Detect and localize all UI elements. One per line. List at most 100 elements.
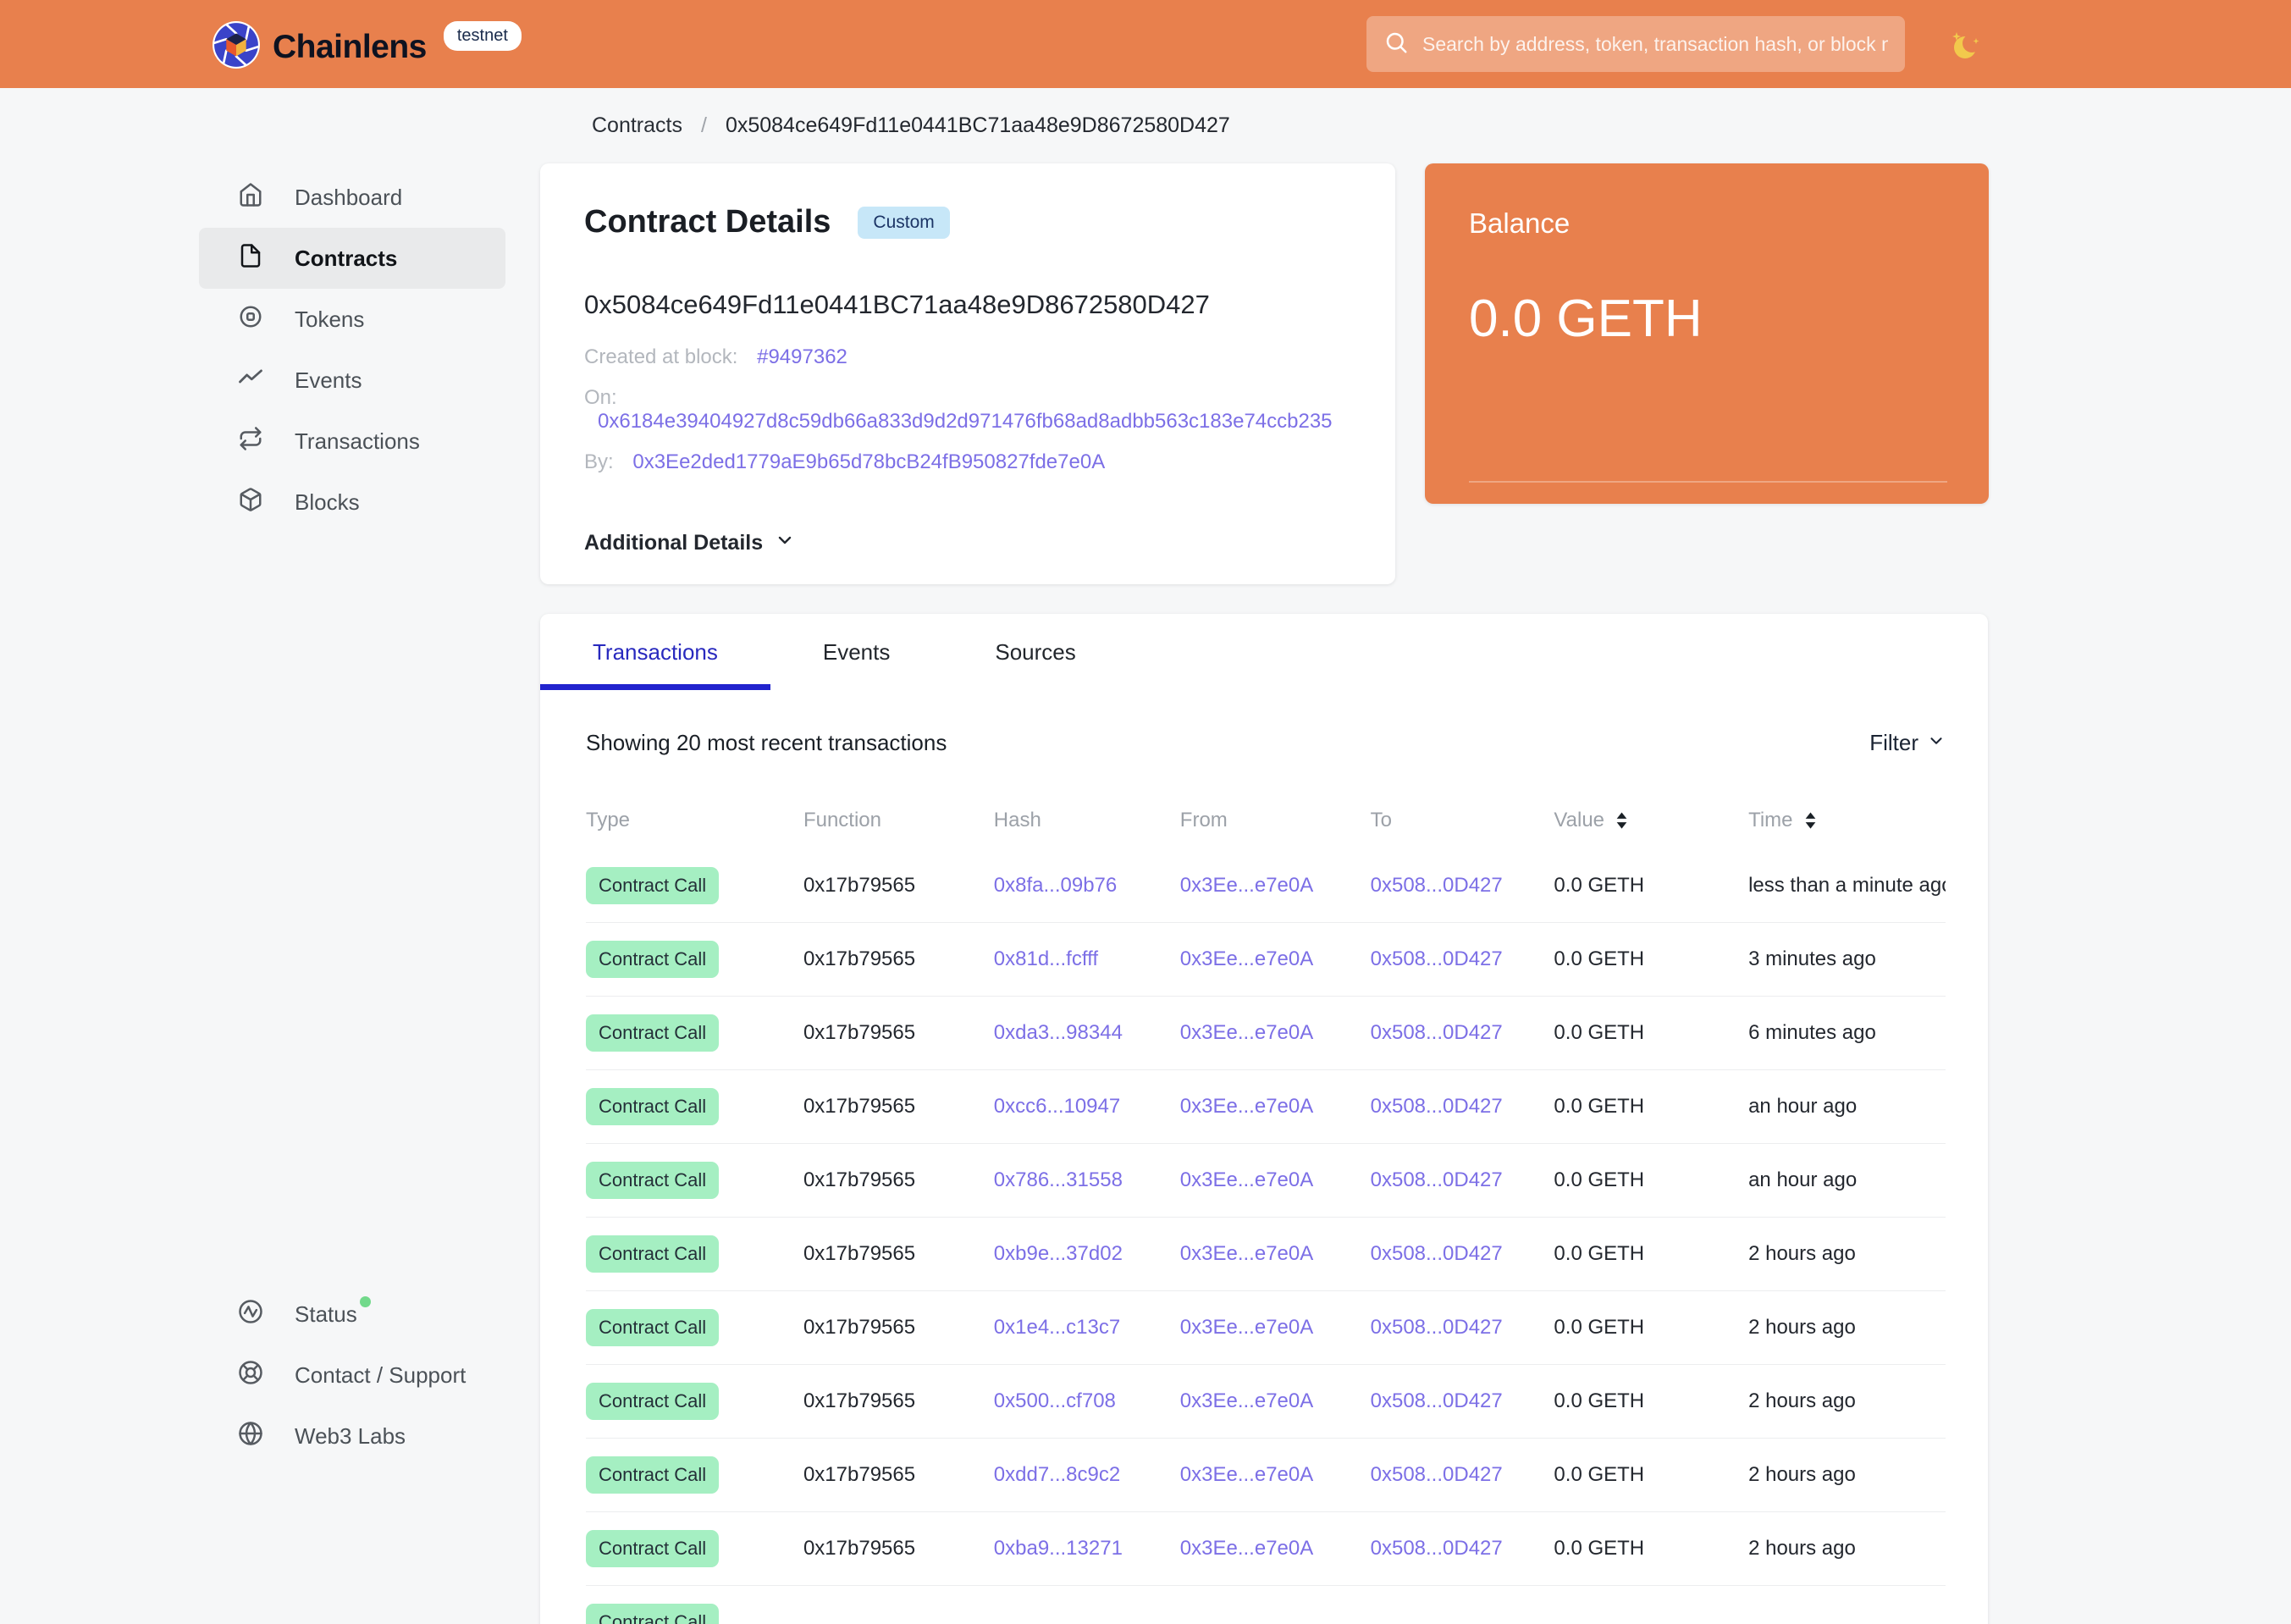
- sidebar-item-web3-labs[interactable]: Web3 Labs: [199, 1406, 505, 1467]
- life-buoy-icon: [238, 1360, 295, 1391]
- sidebar-item-tokens[interactable]: Tokens: [199, 289, 505, 350]
- table-row: Contract Call 0x17b79565 0x500...cf708 0…: [586, 1365, 1946, 1439]
- tx-from-link[interactable]: 0x3Ee...e7e0A: [1180, 1389, 1313, 1412]
- tx-from-link[interactable]: 0x3Ee...e7e0A: [1180, 1242, 1313, 1265]
- theme-toggle-moon-icon[interactable]: [1947, 27, 1985, 64]
- search-input[interactable]: [1422, 32, 1888, 56]
- tx-hash-link[interactable]: 0xdd7...8c9c2: [994, 1463, 1120, 1486]
- tx-time: 2 hours ago: [1748, 1389, 1856, 1412]
- tx-to-link[interactable]: 0x508...0D427: [1371, 1316, 1503, 1339]
- tx-hash-link[interactable]: 0x81d...fcfff: [994, 947, 1098, 970]
- created-block-link[interactable]: #9497362: [757, 345, 847, 368]
- sort-value-icon[interactable]: [1615, 810, 1629, 831]
- created-by-line: By: 0x3Ee2ded1779aE9b65d78bcB24fB950827f…: [584, 450, 1351, 474]
- top-bar: Chainlens testnet: [0, 0, 2291, 88]
- tx-hash-link[interactable]: 0xda3...98344: [994, 1021, 1123, 1044]
- tx-to-link[interactable]: 0x508...0D427: [1371, 1168, 1503, 1191]
- tx-to-link[interactable]: 0x508...0D427: [1371, 1537, 1503, 1560]
- tab-events[interactable]: Events: [770, 614, 943, 690]
- tx-to-link[interactable]: 0x508...0D427: [1371, 1095, 1503, 1118]
- tx-type-badge: Contract Call: [586, 1309, 720, 1346]
- sidebar-item-label: Dashboard: [295, 184, 403, 210]
- creation-tx-hash-link[interactable]: 0x6184e39404927d8c59db66a833d9d2d971476f…: [598, 410, 1333, 433]
- tx-time: less than a minute ago: [1748, 874, 1946, 897]
- tab-sources[interactable]: Sources: [942, 614, 1128, 690]
- tx-time: an hour ago: [1748, 1168, 1858, 1191]
- tx-type-badge: Contract Call: [586, 1604, 720, 1624]
- sidebar-item-label: Blocks: [295, 489, 360, 515]
- additional-details-toggle[interactable]: Additional Details: [584, 530, 1351, 556]
- sidebar-item-transactions[interactable]: Transactions: [199, 411, 505, 472]
- tx-function: 0x17b79565: [803, 947, 916, 970]
- search-icon: [1383, 30, 1409, 59]
- tx-from-link[interactable]: 0x3Ee...e7e0A: [1180, 1095, 1313, 1118]
- tx-to-link[interactable]: 0x508...0D427: [1371, 874, 1503, 897]
- sidebar-item-label: Contracts: [295, 245, 398, 271]
- tx-function: 0x17b79565: [803, 1168, 916, 1191]
- filter-button[interactable]: Filter: [1869, 730, 1946, 756]
- tx-hash-link[interactable]: 0xcc6...10947: [994, 1095, 1120, 1118]
- on-label: On:: [584, 386, 617, 409]
- transactions-card: Transactions Events Sources Showing 20 m…: [540, 614, 1988, 1624]
- tx-hash-link[interactable]: 0x1e4...c13c7: [994, 1316, 1120, 1339]
- tx-to-link[interactable]: 0x508...0D427: [1371, 947, 1503, 970]
- sidebar-item-contracts[interactable]: Contracts: [199, 228, 505, 289]
- brand[interactable]: Chainlens testnet: [212, 20, 522, 74]
- tx-to-link[interactable]: 0x508...0D427: [1371, 1021, 1503, 1044]
- tx-from-link[interactable]: 0x3Ee...e7e0A: [1180, 1168, 1313, 1191]
- tx-value: 0.0 GETH: [1554, 1168, 1645, 1191]
- tx-from-link[interactable]: 0x3Ee...e7e0A: [1180, 874, 1313, 897]
- tx-from-link[interactable]: 0x3Ee...e7e0A: [1180, 947, 1313, 970]
- column-header-to: To: [1370, 809, 1392, 831]
- tx-to-link[interactable]: 0x508...0D427: [1371, 1242, 1503, 1265]
- column-header-time: Time: [1748, 809, 1946, 832]
- tab-label: Transactions: [593, 638, 718, 665]
- tx-value: 0.0 GETH: [1554, 1316, 1645, 1339]
- filter-label: Filter: [1869, 729, 1918, 755]
- table-row: Contract Call 0x17b79565 0x786...31558 0…: [586, 1144, 1946, 1218]
- tx-from-link[interactable]: 0x3Ee...e7e0A: [1180, 1537, 1313, 1560]
- sidebar-item-events[interactable]: Events: [199, 350, 505, 411]
- repeat-icon: [238, 426, 295, 457]
- column-header-value: Value: [1554, 809, 1748, 832]
- created-at-block-line: Created at block: #9497362: [584, 345, 1351, 369]
- table-header-row: Type Function Hash From To Value Time: [586, 792, 1946, 849]
- sidebar-item-status[interactable]: Status: [199, 1284, 505, 1345]
- sidebar-item-label: Web3 Labs: [295, 1422, 406, 1449]
- breadcrumb-current-address: 0x5084ce649Fd11e0441BC71aa48e9D8672580D4…: [725, 113, 1230, 137]
- tx-time: 3 minutes ago: [1748, 947, 1876, 970]
- table-row: Contract Call: [586, 1586, 1946, 1624]
- tx-from-link[interactable]: 0x3Ee...e7e0A: [1180, 1021, 1313, 1044]
- tab-bar: Transactions Events Sources: [540, 614, 1988, 690]
- sidebar-footer: Status Contact / Support Web3 Labs: [199, 1284, 505, 1467]
- creator-address-link[interactable]: 0x3Ee2ded1779aE9b65d78bcB24fB950827fde7e…: [632, 450, 1105, 473]
- tx-type-badge: Contract Call: [586, 1456, 720, 1494]
- tx-to-link[interactable]: 0x508...0D427: [1371, 1463, 1503, 1486]
- tx-from-link[interactable]: 0x3Ee...e7e0A: [1180, 1316, 1313, 1339]
- tab-transactions[interactable]: Transactions: [540, 614, 770, 690]
- tx-hash-link[interactable]: 0x500...cf708: [994, 1389, 1116, 1412]
- chevron-down-icon: [763, 530, 795, 556]
- tx-type-badge: Contract Call: [586, 1014, 720, 1052]
- tx-time: 2 hours ago: [1748, 1537, 1856, 1560]
- sidebar-item-dashboard[interactable]: Dashboard: [199, 167, 505, 228]
- tx-hash-link[interactable]: 0x786...31558: [994, 1168, 1123, 1191]
- status-online-dot: [359, 1295, 371, 1307]
- tx-time: 2 hours ago: [1748, 1463, 1856, 1486]
- sort-time-icon[interactable]: [1803, 810, 1818, 831]
- sidebar-item-blocks[interactable]: Blocks: [199, 472, 505, 533]
- table-row: Contract Call 0x17b79565 0xdd7...8c9c2 0…: [586, 1439, 1946, 1512]
- tx-from-link[interactable]: 0x3Ee...e7e0A: [1180, 1463, 1313, 1486]
- tx-value: 0.0 GETH: [1554, 874, 1645, 897]
- tx-hash-link[interactable]: 0xb9e...37d02: [994, 1242, 1123, 1265]
- tx-value: 0.0 GETH: [1554, 947, 1645, 970]
- tx-type-badge: Contract Call: [586, 1162, 720, 1199]
- tx-hash-link[interactable]: 0x8fa...09b76: [994, 874, 1117, 897]
- balance-card: Balance 0.0 GETH: [1425, 163, 1989, 504]
- tx-hash-link[interactable]: 0xba9...13271: [994, 1537, 1123, 1560]
- tab-label: Events: [822, 638, 891, 665]
- sidebar-item-contact-support[interactable]: Contact / Support: [199, 1345, 505, 1406]
- balance-divider: [1469, 481, 1947, 483]
- tx-to-link[interactable]: 0x508...0D427: [1371, 1389, 1503, 1412]
- breadcrumb-contracts-link[interactable]: Contracts: [592, 113, 682, 138]
